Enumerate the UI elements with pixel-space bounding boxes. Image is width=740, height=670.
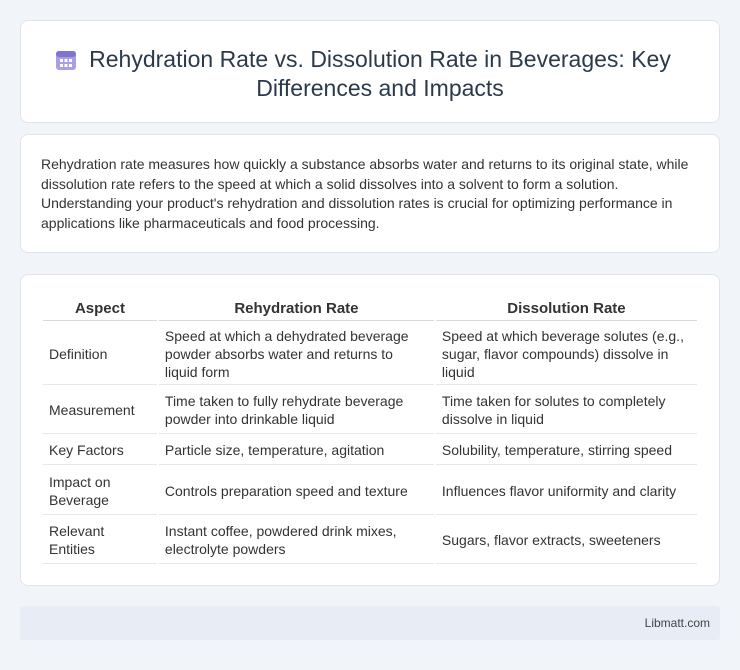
intro-card: Rehydration rate measures how quickly a … bbox=[20, 134, 720, 253]
table-cell-dissolution: Sugars, flavor extracts, sweeteners bbox=[435, 517, 697, 564]
table-cell-aspect: Impact on Beverage bbox=[43, 467, 157, 515]
footer-site-link[interactable]: Libmatt.com bbox=[645, 616, 710, 630]
table-row: Key Factors Particle size, temperature, … bbox=[43, 436, 697, 465]
table-row: Measurement Time taken to fully rehydrat… bbox=[43, 387, 697, 434]
table-cell-rehydration: Speed at which a dehydrated beverage pow… bbox=[158, 323, 434, 385]
column-header-dissolution: Dissolution Rate bbox=[435, 297, 697, 321]
table-header-row: Aspect Rehydration Rate Dissolution Rate bbox=[43, 297, 697, 321]
table-cell-aspect: Relevant Entities bbox=[43, 517, 157, 564]
table-row: Relevant Entities Instant coffee, powder… bbox=[43, 517, 697, 564]
table-row: Impact on Beverage Controls preparation … bbox=[43, 467, 697, 515]
table-cell-rehydration: Particle size, temperature, agitation bbox=[158, 436, 434, 465]
table-cell-dissolution: Influences flavor uniformity and clarity bbox=[435, 467, 697, 515]
table-cell-dissolution: Speed at which beverage solutes (e.g., s… bbox=[435, 323, 697, 385]
table-cell-aspect: Key Factors bbox=[43, 436, 157, 465]
table-cell-dissolution: Time taken for solutes to completely dis… bbox=[435, 387, 697, 434]
table-cell-rehydration: Instant coffee, powdered drink mixes, el… bbox=[158, 517, 434, 564]
page-title: Rehydration Rate vs. Dissolution Rate in… bbox=[89, 46, 671, 101]
column-header-aspect: Aspect bbox=[43, 297, 157, 321]
comparison-card: Aspect Rehydration Rate Dissolution Rate… bbox=[20, 274, 720, 586]
table-cell-rehydration: Time taken to fully rehydrate beverage p… bbox=[158, 387, 434, 434]
comparison-table: Aspect Rehydration Rate Dissolution Rate… bbox=[41, 295, 699, 566]
column-header-rehydration: Rehydration Rate bbox=[158, 297, 434, 321]
footer-bar: Libmatt.com bbox=[20, 606, 720, 640]
intro-paragraph: Rehydration rate measures how quickly a … bbox=[41, 156, 689, 231]
table-cell-dissolution: Solubility, temperature, stirring speed bbox=[435, 436, 697, 465]
title-card: Rehydration Rate vs. Dissolution Rate in… bbox=[20, 20, 720, 123]
table-cell-aspect: Definition bbox=[43, 323, 157, 385]
table-cell-rehydration: Controls preparation speed and texture bbox=[158, 467, 434, 515]
table-row: Definition Speed at which a dehydrated b… bbox=[43, 323, 697, 385]
table-cell-aspect: Measurement bbox=[43, 387, 157, 434]
